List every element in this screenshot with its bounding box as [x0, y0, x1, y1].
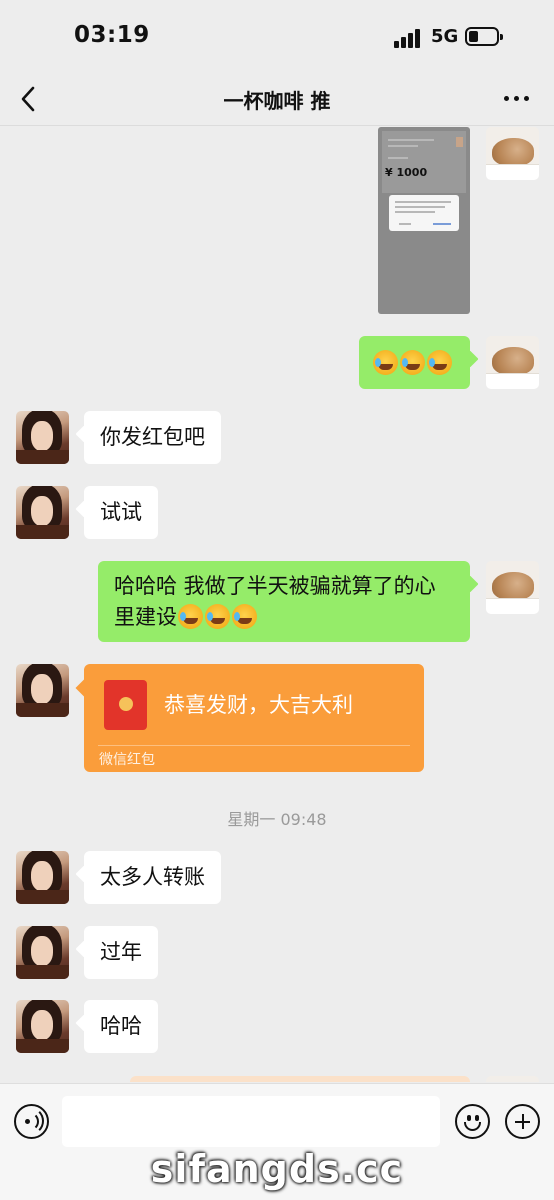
red-packet-caption: 微信红包 [99, 752, 155, 768]
message-bubble[interactable]: 太多人转账 [84, 851, 221, 904]
self-avatar[interactable] [486, 127, 539, 180]
image-amount: ¥ 1000 [385, 166, 428, 179]
message-bubble[interactable]: 哈哈哈 我做了半天被骗就算了的心 里建设 [98, 561, 470, 642]
message-text-line: 里建设 [114, 605, 177, 629]
chat-header: 一杯咖啡 推 [0, 72, 554, 126]
more-dots-icon[interactable] [504, 87, 532, 109]
message-list[interactable]: ¥ 1000 你发红包吧 试试 哈哈哈 我做了半天被骗就算了的心 里建设 恭喜发… [0, 127, 554, 1082]
message-text-line: 哈哈哈 我做了半天被骗就算了的心 [114, 574, 436, 598]
red-packet-message[interactable]: 恭喜发财，大吉大利 微信红包 [84, 664, 424, 772]
timestamp: 星期一 09:48 [227, 810, 327, 829]
status-time: 03:19 [74, 22, 150, 48]
battery-icon [465, 27, 503, 46]
message-bubble[interactable]: 你发红包吧 [84, 411, 221, 464]
red-packet-title: 恭喜发财，大吉大利 [164, 693, 353, 717]
partial-message[interactable] [130, 1076, 470, 1082]
laugh-cry-emoji [373, 350, 398, 375]
laugh-cry-emoji [178, 604, 203, 629]
red-envelope-icon [104, 680, 147, 730]
chat-title: 一杯咖啡 推 [223, 89, 331, 113]
signal-strength-icon [394, 28, 422, 48]
self-avatar[interactable] [486, 561, 539, 614]
self-avatar[interactable] [486, 336, 539, 389]
status-bar: 03:19 5G [0, 0, 554, 72]
message-input[interactable] [62, 1096, 440, 1147]
image-message[interactable]: ¥ 1000 [378, 127, 470, 314]
plus-icon[interactable] [505, 1104, 540, 1139]
voice-icon[interactable] [14, 1104, 49, 1139]
contact-avatar[interactable] [16, 664, 69, 717]
emoji-message[interactable] [359, 336, 470, 389]
contact-avatar[interactable] [16, 851, 69, 904]
contact-avatar[interactable] [16, 486, 69, 539]
contact-avatar[interactable] [16, 926, 69, 979]
laugh-cry-emoji [427, 350, 452, 375]
message-bubble[interactable]: 过年 [84, 926, 158, 979]
laugh-cry-emoji [205, 604, 230, 629]
message-bubble[interactable]: 哈哈 [84, 1000, 158, 1053]
contact-avatar[interactable] [16, 1000, 69, 1053]
watermark: sifangds.cc [150, 1147, 404, 1191]
laugh-cry-emoji [232, 604, 257, 629]
self-avatar[interactable] [486, 1076, 539, 1082]
contact-avatar[interactable] [16, 411, 69, 464]
laugh-cry-emoji [400, 350, 425, 375]
message-bubble[interactable]: 试试 [84, 486, 158, 539]
smiley-icon[interactable] [455, 1104, 490, 1139]
network-type: 5G [431, 26, 459, 47]
